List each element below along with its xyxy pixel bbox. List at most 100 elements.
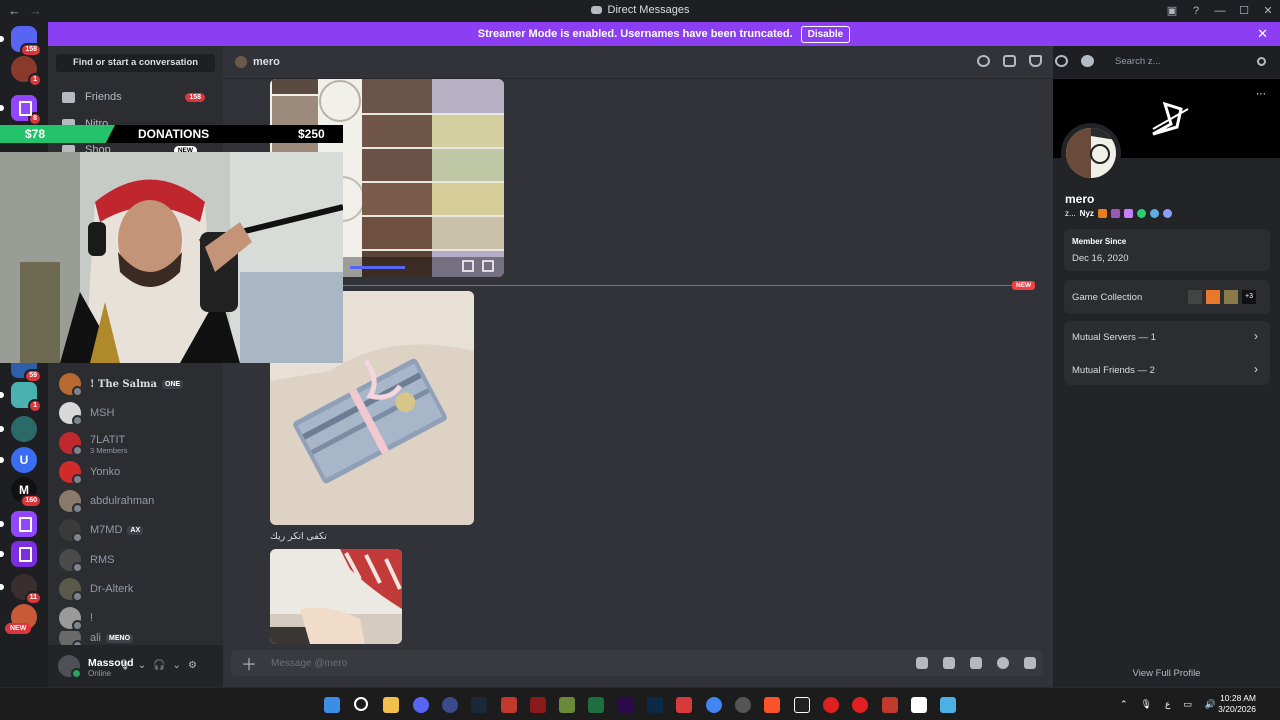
capcut-icon[interactable] [794,697,810,713]
badge-icon[interactable] [1123,209,1133,218]
photoshop-icon[interactable] [647,697,663,713]
apps-icon[interactable] [1024,657,1036,669]
start-menu-icon[interactable] [324,697,340,713]
microphone-tray-icon[interactable]: 🎙 [1141,699,1152,710]
profile-avatar[interactable] [1061,123,1121,183]
new-unreads-pill[interactable]: NEW [5,623,32,634]
dm-item[interactable]: ali MENO [56,631,215,645]
twitch-server-icon[interactable]: 8 [0,95,42,126]
friends-nav-item[interactable]: Friends 158 [56,85,215,109]
add-friends-icon[interactable] [1055,55,1068,67]
view-full-profile-button[interactable]: View Full Profile [1053,668,1280,679]
hand-photo[interactable] [270,549,402,644]
dm-name: ali [90,632,102,644]
disable-streamer-button[interactable]: Disable [800,25,851,43]
search-input[interactable]: Search z... [1110,52,1272,72]
home-button[interactable]: 158 [0,26,42,57]
badge-icon[interactable] [1097,209,1107,218]
app-icon[interactable] [501,697,517,713]
network-icon[interactable]: ▭ [1183,699,1192,710]
avatar [59,373,83,397]
microphone-icon[interactable]: 🎙 [118,660,131,671]
chevron-up-icon[interactable]: ⌃ [1120,699,1128,710]
search-taskbar-icon[interactable] [354,697,368,711]
video-call-icon[interactable] [1003,55,1016,67]
inbox-icon[interactable]: ▣ [1160,4,1184,17]
server-u[interactable]: U [0,447,37,473]
webcam-overlay [0,152,343,363]
app-icon[interactable] [823,697,839,713]
app-icon[interactable] [735,697,751,713]
file-explorer-icon[interactable] [383,697,399,713]
pinned-messages-icon[interactable] [1029,55,1042,67]
user-avatar[interactable] [58,655,82,679]
help-icon[interactable]: ? [1184,5,1208,17]
twitch-server-icon[interactable] [0,541,37,567]
donation-label: DONATIONS [138,127,210,141]
notepad-icon[interactable] [940,697,956,713]
chevron-down-icon[interactable]: ⌄ [173,660,181,671]
brave-icon[interactable] [764,697,780,713]
server-avatar[interactable] [0,416,37,442]
dm-item[interactable]: Yonko [56,458,215,486]
dm-item[interactable]: abdulrahman [56,487,215,515]
message-composer[interactable]: ＋ Message @mero [231,650,1043,676]
badge-icon[interactable] [1110,209,1120,218]
dm-item[interactable]: Dr-Alterk [56,575,215,603]
user-profile-icon[interactable] [1081,55,1094,67]
chevron-right-icon[interactable]: › [1254,329,1258,343]
dm-item[interactable]: M7MD AX [56,516,215,544]
emoji-icon[interactable] [997,657,1009,669]
app-icon[interactable] [559,697,575,713]
game-icon [1188,290,1202,304]
dm-item[interactable]: 7LATIT 3 Members [56,429,215,457]
server-avatar[interactable]: 11 [0,574,42,605]
close-window-button[interactable]: ✕ [1256,4,1280,17]
server-m[interactable]: M 160 [11,477,42,508]
app-icon[interactable] [911,697,927,713]
chevron-right-icon[interactable]: › [1254,362,1258,376]
server-letter: U [19,453,29,467]
maximize-button[interactable]: ☐ [1232,4,1256,17]
chrome-icon[interactable] [706,697,722,713]
photos-icon[interactable] [676,697,692,713]
minimize-button[interactable]: — [1208,5,1232,17]
server-avatar[interactable]: 1 [0,382,42,413]
dm-tag: MENO [106,633,134,643]
chevron-down-icon[interactable]: ⌄ [138,660,146,671]
badge-icon[interactable] [1136,209,1146,218]
gif-icon[interactable] [943,657,955,669]
profile-menu-icon[interactable]: ⋯ [1256,89,1266,100]
dm-name: RMS [90,554,115,566]
app-icon[interactable] [442,697,458,713]
clock[interactable]: 10:28 AM 3/20/2026 [1218,693,1256,715]
badge-icon[interactable] [1162,209,1172,218]
attach-plus-icon[interactable]: ＋ [241,651,257,675]
dm-item[interactable]: ! The Salma ONE [56,370,215,398]
voice-call-icon[interactable] [977,55,990,67]
dm-item[interactable]: MSH [56,399,215,427]
mutual-friends-link[interactable]: Mutual Friends — 2 [1072,365,1155,376]
mutual-servers-link[interactable]: Mutual Servers — 1 [1072,332,1156,343]
dm-item[interactable]: ! [56,604,215,632]
settings-gear-icon[interactable]: ⚙ [188,660,197,671]
gift-icon[interactable] [916,657,928,669]
premiere-icon[interactable] [618,697,634,713]
app-icon[interactable] [852,697,868,713]
server-avatar[interactable]: 1 [11,56,42,87]
app-icon[interactable] [882,697,898,713]
steam-icon[interactable] [471,697,487,713]
excel-icon[interactable] [588,697,604,713]
close-banner-icon[interactable]: ✕ [1257,26,1268,42]
app-icon[interactable] [530,697,546,713]
badge-icon[interactable] [1149,209,1159,218]
sticker-icon[interactable] [970,657,982,669]
twitch-server-icon[interactable] [0,511,37,537]
language-indicator[interactable]: ع [1165,699,1170,710]
volume-icon[interactable]: 🔊 [1205,699,1216,710]
discord-taskbar-icon[interactable] [413,697,429,713]
game-collection-card[interactable]: Game Collection +3 [1064,280,1270,314]
headphones-icon[interactable]: 🎧 [153,660,165,671]
find-conversation-button[interactable]: Find or start a conversation [56,54,215,72]
dm-item[interactable]: RMS [56,546,215,574]
